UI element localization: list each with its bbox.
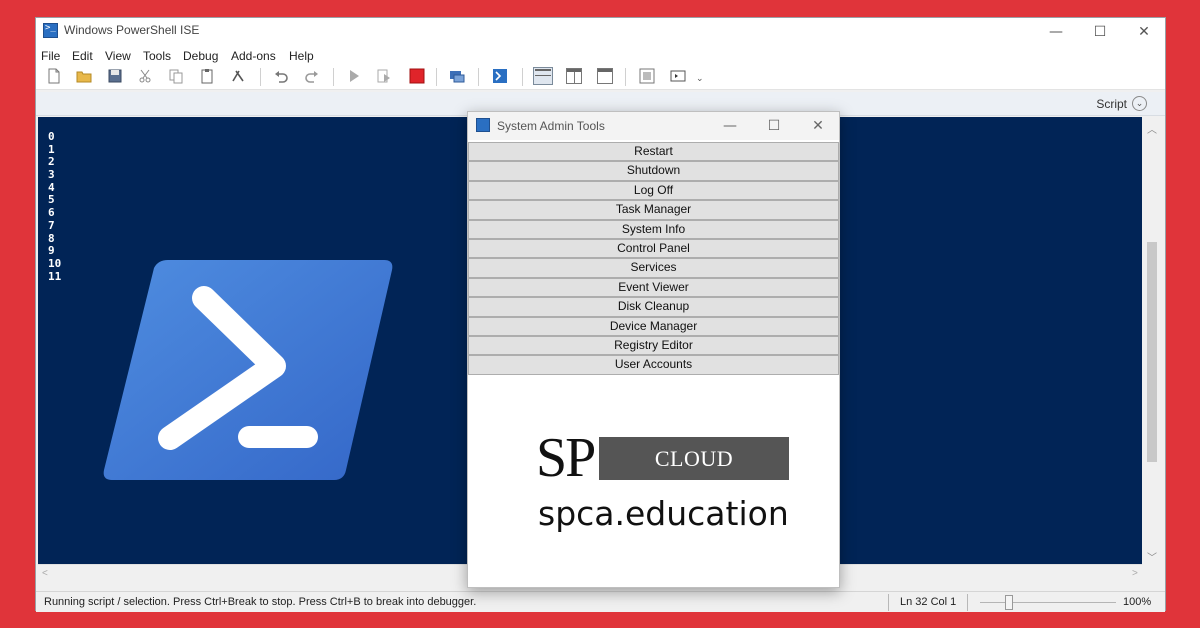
scroll-right-icon[interactable]: > bbox=[1132, 568, 1138, 579]
dialog-titlebar[interactable]: System Admin Tools — ☐ ✕ bbox=[468, 112, 839, 140]
close-button[interactable]: ✕ bbox=[1122, 18, 1166, 46]
layout-top-icon[interactable] bbox=[533, 67, 553, 85]
line-number: 7 bbox=[48, 218, 55, 232]
cut-icon[interactable] bbox=[137, 68, 153, 84]
status-divider bbox=[888, 594, 889, 611]
registry-editor-button[interactable]: Registry Editor bbox=[468, 335, 839, 356]
services-button[interactable]: Services bbox=[468, 258, 839, 278]
stop-icon[interactable] bbox=[409, 68, 425, 84]
line-number: 3 bbox=[48, 168, 55, 182]
restart-button[interactable]: Restart bbox=[468, 142, 839, 162]
admin-tool-button-list: Restart Shutdown Log Off Task Manager Sy… bbox=[468, 142, 839, 375]
new-file-icon[interactable] bbox=[46, 68, 62, 84]
minimize-button[interactable]: — bbox=[1034, 18, 1078, 46]
line-number: 0 bbox=[48, 130, 55, 143]
brand-website: spca.education bbox=[538, 494, 789, 533]
scrollbar-thumb[interactable] bbox=[1147, 242, 1157, 462]
menu-help[interactable]: Help bbox=[289, 49, 314, 63]
undo-icon[interactable] bbox=[273, 68, 289, 84]
toolbar-separator bbox=[625, 68, 626, 86]
event-viewer-button[interactable]: Event Viewer bbox=[468, 277, 839, 298]
status-divider bbox=[967, 594, 968, 611]
scroll-down-icon[interactable]: ﹀ bbox=[1147, 549, 1157, 564]
menu-view[interactable]: View bbox=[105, 49, 131, 63]
toolbar: ⌄ bbox=[36, 64, 1165, 90]
scroll-up-icon[interactable]: ︿ bbox=[1147, 121, 1157, 136]
toolbar-separator bbox=[522, 68, 523, 86]
dialog-maximize-button[interactable]: ☐ bbox=[752, 112, 796, 140]
dialog-close-button[interactable]: ✕ bbox=[796, 112, 840, 140]
dialog-minimize-button[interactable]: — bbox=[708, 112, 752, 140]
toolbar-overflow-icon[interactable]: ⌄ bbox=[696, 73, 704, 84]
zoom-slider-track[interactable] bbox=[980, 602, 1116, 603]
line-number-gutter: 0 1 2 3 4 5 6 7 8 9 10 11 bbox=[48, 130, 62, 283]
save-icon[interactable] bbox=[107, 68, 123, 84]
toolbar-separator bbox=[478, 68, 479, 86]
status-message: Running script / selection. Press Ctrl+B… bbox=[44, 596, 477, 608]
show-commands-icon[interactable] bbox=[670, 68, 686, 84]
toolbar-separator bbox=[333, 68, 334, 86]
powershell-logo-icon bbox=[103, 260, 393, 480]
brand-logo-text: CLOUD ACADEMY bbox=[599, 437, 789, 514]
task-manager-button[interactable]: Task Manager bbox=[468, 200, 839, 220]
new-remote-tab-icon[interactable] bbox=[449, 68, 465, 84]
line-number: 9 bbox=[48, 244, 55, 258]
open-folder-icon[interactable] bbox=[76, 68, 92, 84]
window-titlebar[interactable]: Windows PowerShell ISE — ☐ ✕ bbox=[36, 18, 1165, 46]
maximize-button[interactable]: ☐ bbox=[1078, 18, 1122, 46]
log-off-button[interactable]: Log Off bbox=[468, 180, 839, 201]
shutdown-button[interactable]: Shutdown bbox=[468, 161, 839, 181]
redo-icon[interactable] bbox=[304, 68, 320, 84]
status-bar: Running script / selection. Press Ctrl+B… bbox=[36, 591, 1165, 612]
clear-icon[interactable] bbox=[230, 68, 246, 84]
show-script-pane-icon[interactable] bbox=[639, 68, 655, 84]
zoom-slider-thumb[interactable] bbox=[1005, 595, 1013, 610]
scroll-left-icon[interactable]: < bbox=[42, 568, 48, 579]
window-title: Windows PowerShell ISE bbox=[64, 23, 200, 37]
run-script-icon[interactable] bbox=[346, 68, 362, 84]
disk-cleanup-button[interactable]: Disk Cleanup bbox=[468, 297, 839, 317]
paste-icon[interactable] bbox=[199, 68, 215, 84]
copy-icon[interactable] bbox=[168, 68, 184, 84]
menu-edit[interactable]: Edit bbox=[72, 49, 93, 63]
system-admin-tools-dialog: System Admin Tools — ☐ ✕ Restart Shutdow… bbox=[467, 111, 840, 588]
line-number: 11 bbox=[48, 269, 62, 283]
menu-add-ons[interactable]: Add-ons bbox=[231, 49, 276, 63]
script-pane-label[interactable]: Script bbox=[1096, 97, 1127, 111]
run-selection-icon[interactable] bbox=[376, 68, 392, 84]
system-info-button[interactable]: System Info bbox=[468, 219, 839, 239]
zoom-level: 100% bbox=[1123, 596, 1152, 608]
toolbar-separator bbox=[260, 68, 261, 86]
menu-debug[interactable]: Debug bbox=[183, 49, 218, 63]
layout-maximized-icon[interactable] bbox=[597, 68, 613, 84]
menu-tools[interactable]: Tools bbox=[143, 49, 171, 63]
dialog-title: System Admin Tools bbox=[497, 119, 605, 133]
layout-right-icon[interactable] bbox=[566, 68, 582, 84]
user-accounts-button[interactable]: User Accounts bbox=[468, 355, 839, 375]
cursor-position: Ln 32 Col 1 bbox=[900, 596, 957, 608]
device-manager-button[interactable]: Device Manager bbox=[468, 316, 839, 336]
editor-vertical-scrollbar[interactable]: ︿ ﹀ bbox=[1143, 117, 1161, 564]
powershell-app-icon bbox=[476, 118, 490, 132]
control-panel-button[interactable]: Control Panel bbox=[468, 238, 839, 259]
brand-logo-letters: SP bbox=[536, 427, 596, 489]
toolbar-separator bbox=[436, 68, 437, 86]
line-number: 6 bbox=[48, 206, 55, 220]
script-pane-toggle-icon[interactable]: ⌄ bbox=[1132, 96, 1147, 111]
start-powershell-icon[interactable] bbox=[492, 68, 508, 84]
line-number: 10 bbox=[48, 256, 62, 270]
menu-file[interactable]: File bbox=[41, 49, 60, 63]
menu-bar: File Edit View Tools Debug Add-ons Help bbox=[36, 46, 1165, 66]
powershell-app-icon bbox=[43, 23, 58, 38]
